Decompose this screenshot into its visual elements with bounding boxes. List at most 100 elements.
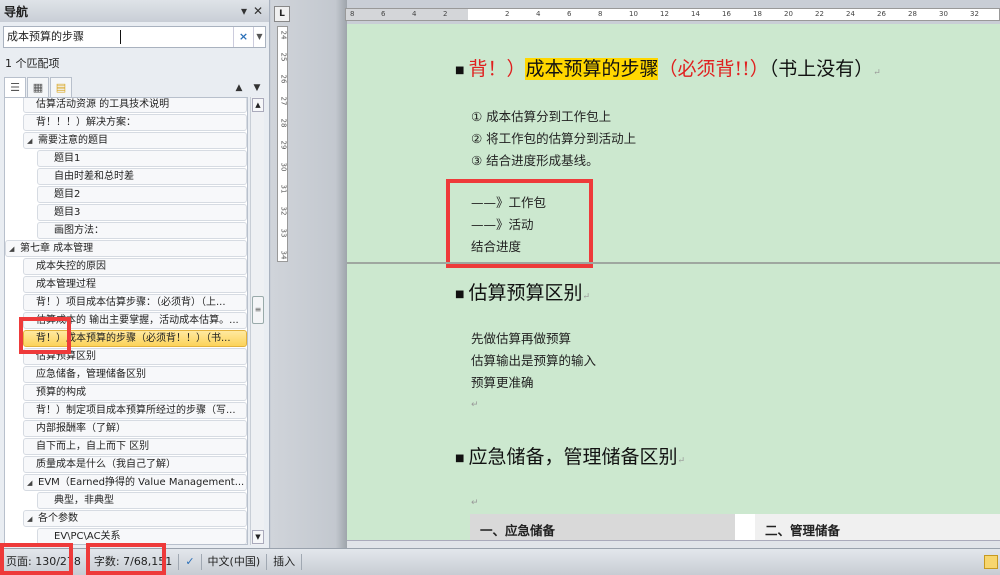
annotation-box	[86, 543, 166, 575]
tree-item[interactable]: 自下而上，自上而下 区别	[23, 438, 247, 455]
ruler-tick-label: 6	[381, 10, 386, 18]
tree-item-label: 成本失控的原因	[36, 261, 106, 272]
expand-triangle-icon[interactable]: ◢	[9, 241, 14, 256]
tree-item-label: 自由时差和总时差	[54, 171, 134, 182]
tree-item[interactable]: 典型，非典型	[37, 492, 247, 509]
search-box[interactable]: 成本预算的步骤 × ▼	[3, 26, 266, 48]
tree-item-label: 题目2	[54, 189, 81, 200]
tree-scrollbar[interactable]: ▲ ≡ ▼	[250, 97, 264, 545]
results-tab-icon[interactable]: ▤	[50, 77, 72, 99]
headings-tab-icon[interactable]: ☰	[4, 77, 26, 99]
ruler-tick-label: 29	[279, 140, 288, 150]
annotation-box	[446, 179, 593, 268]
ruler-tick-label: 30	[279, 162, 288, 172]
vertical-ruler: 24 25 26 27 28 29 30 31 32 33 34	[277, 26, 288, 262]
tree-item[interactable]: 背！）项目成本估算步骤：（必须背）（上...	[23, 294, 247, 311]
pages-tab-icon[interactable]: ▦	[27, 77, 49, 99]
annotation-box	[0, 543, 73, 575]
ruler-tick-label: 12	[660, 10, 669, 18]
language[interactable]: 中文(中国)	[202, 554, 268, 570]
tree-item-label: 预算的构成	[36, 387, 86, 398]
expand-triangle-icon[interactable]: ◢	[27, 133, 32, 148]
ruler-tick-label: 27	[279, 96, 288, 106]
search-input[interactable]: 成本预算的步骤	[4, 30, 121, 44]
tree-item-label: 成本管理过程	[36, 279, 96, 290]
horizontal-ruler: 864224681012141618202224262830323436	[345, 8, 1000, 21]
tree-item[interactable]: 画图方法：	[37, 222, 247, 239]
tree-item[interactable]: 题目1	[37, 150, 247, 167]
search-options-icon[interactable]: ▼	[253, 27, 265, 47]
tree-item-label: 估算活动资源 的工具技术说明	[36, 99, 170, 110]
ruler-tick-label: 26	[279, 74, 288, 84]
next-result-icon[interactable]: ▼	[248, 83, 266, 93]
tree-item-label: 内部报酬率（了解）	[36, 423, 126, 434]
tab-selector[interactable]: L	[274, 6, 290, 22]
tree-item-label: 题目1	[54, 153, 81, 164]
tree-item-label: 题目3	[54, 207, 81, 218]
tree-item[interactable]: 背！）制定项目成本预算所经过的步骤（写...	[23, 402, 247, 419]
document-page[interactable]: ■ 背！）成本预算的步骤（必须背!!）（书上没有）↵ ① 成本估算分到工作包上 ② …	[347, 24, 1000, 540]
tree-item[interactable]: 背！！！）解决方案：	[23, 114, 247, 131]
tree-item[interactable]: 应急储备，管理储备区别	[23, 366, 247, 383]
print-layout-view-icon[interactable]	[984, 555, 998, 569]
tree-item[interactable]: ◢ EVM（Earned挣得的 Value Management...	[23, 474, 247, 491]
tree-item-label: 典型，非典型	[54, 495, 114, 506]
view-tabs: ☰ ▦ ▤ ▲ ▼	[4, 77, 266, 99]
steps-list: ① 成本估算分到工作包上 ② 将工作包的估算分到活动上 ③ 结合进度形成基线。	[471, 109, 637, 168]
horizontal-scrollbar[interactable]	[347, 540, 1000, 548]
annotation-box	[19, 317, 71, 354]
ruler-tick-label: 22	[815, 10, 824, 18]
ruler-tick-label: 18	[753, 10, 762, 18]
close-icon[interactable]: ✕	[251, 4, 265, 18]
ruler-tick-label: 32	[970, 10, 979, 18]
tree-item-label: 背！）项目成本估算步骤：（必须背）（上...	[36, 297, 226, 308]
table-header-management: 二、管理储备	[755, 514, 1000, 540]
ruler-tick-label: 6	[567, 10, 572, 18]
tree-item[interactable]: 内部报酬率（了解）	[23, 420, 247, 437]
expand-triangle-icon[interactable]: ◢	[27, 511, 32, 526]
ruler-tick-label: 4	[412, 10, 417, 18]
tree-item-label: 应急储备，管理储备区别	[36, 369, 146, 380]
expand-triangle-icon[interactable]: ◢	[27, 475, 32, 490]
tree-item[interactable]: 题目3	[37, 204, 247, 221]
page-break	[347, 262, 1000, 264]
tree-item[interactable]: 成本管理过程	[23, 276, 247, 293]
ruler-tick-label: 28	[279, 118, 288, 128]
tree-item[interactable]: 题目2	[37, 186, 247, 203]
tree-item-label: 背！！！）解决方案：	[36, 117, 136, 128]
ruler-tick-label: 24	[846, 10, 855, 18]
tree-item[interactable]: 成本失控的原因	[23, 258, 247, 275]
tree-item-label: EVM（Earned挣得的 Value Management...	[38, 477, 245, 488]
proofing-icon[interactable]: ✓	[179, 554, 202, 570]
scroll-down-icon[interactable]: ▼	[252, 530, 264, 544]
ruler-tick-label: 24	[279, 30, 288, 40]
tree-item[interactable]: 预算的构成	[23, 384, 247, 401]
ruler-tick-label: 8	[598, 10, 603, 18]
tree-item[interactable]: 估算活动资源 的工具技术说明	[23, 98, 247, 113]
tree-item[interactable]: ◢ 第七章 成本管理	[5, 240, 247, 257]
ruler-tick-label: 28	[908, 10, 917, 18]
pane-options-icon[interactable]: ▾	[237, 4, 251, 18]
tree-item-label: 第七章 成本管理	[20, 243, 94, 254]
scroll-thumb[interactable]: ≡	[252, 296, 264, 324]
tree-item-label: EV\PC\AC关系	[54, 531, 121, 542]
reserves-table: 一、应急储备 二、管理储备	[470, 514, 1000, 540]
tree-item[interactable]: ◢ 需要注意的题目	[23, 132, 247, 149]
ruler-tick-label: 10	[629, 10, 638, 18]
previous-result-icon[interactable]: ▲	[230, 83, 248, 93]
scroll-up-icon[interactable]: ▲	[252, 98, 264, 112]
insert-mode[interactable]: 插入	[267, 554, 303, 570]
ruler-tick-label: 33	[279, 228, 288, 238]
tree-item-label: 质量成本是什么（我自己了解）	[36, 459, 176, 470]
tree-item[interactable]: ◢ 各个参数	[23, 510, 247, 527]
tree-item-label: 背！）制定项目成本预算所经过的步骤（写...	[36, 405, 236, 416]
ruler-tick-label: 8	[350, 10, 355, 18]
clear-search-icon[interactable]: ×	[233, 27, 253, 47]
tree-item[interactable]: 自由时差和总时差	[37, 168, 247, 185]
ruler-tick-label: 4	[536, 10, 541, 18]
ruler-tick-label: 25	[279, 52, 288, 62]
tree-item-label: 自下而上，自上而下 区别	[36, 441, 150, 452]
tree-item[interactable]: 质量成本是什么（我自己了解）	[23, 456, 247, 473]
table-header-contingency: 一、应急储备	[470, 514, 735, 540]
ruler-tick-label: 16	[722, 10, 731, 18]
